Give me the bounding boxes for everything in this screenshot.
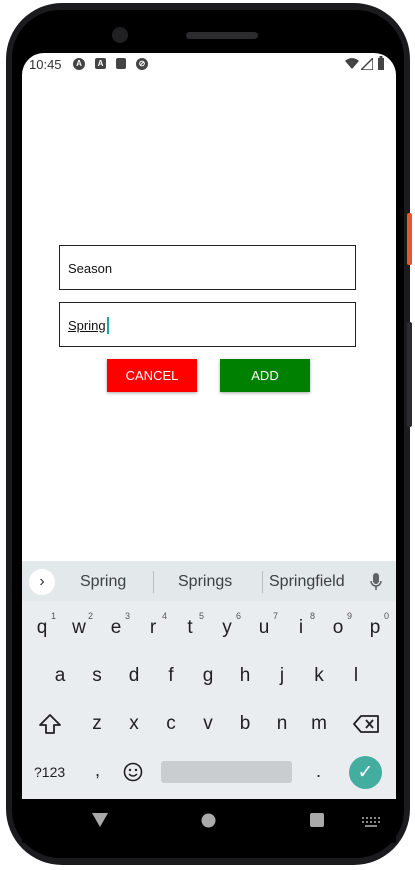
suggestion-3[interactable]: Springfield	[269, 573, 345, 591]
cancel-button[interactable]: CANCEL	[107, 359, 197, 392]
key-h[interactable]: h	[230, 656, 260, 696]
key-j[interactable]: j	[267, 656, 297, 696]
keyboard-hide-icon[interactable]	[362, 817, 380, 827]
suggestion-strip: › Spring Springs Springfield	[22, 561, 396, 601]
recents-icon[interactable]	[310, 813, 324, 827]
a-square-icon: A	[95, 58, 106, 69]
done-check-icon[interactable]: ✓	[349, 756, 382, 789]
key-hint-4: 4	[162, 611, 168, 621]
screen: 10:45 A A ⊘ Season Spring CANCEL ADD › S…	[22, 53, 396, 843]
key-n[interactable]: n	[267, 704, 297, 744]
key-a[interactable]: a	[45, 656, 75, 696]
key-d[interactable]: d	[119, 656, 149, 696]
key-k[interactable]: k	[304, 656, 334, 696]
suggestion-divider	[262, 571, 263, 593]
period-key[interactable]: .	[316, 761, 321, 782]
key-c[interactable]: c	[156, 704, 186, 744]
back-icon[interactable]	[92, 813, 108, 827]
season-field[interactable]: Season	[59, 245, 356, 290]
text-cursor	[106, 317, 109, 334]
front-camera	[112, 27, 128, 43]
key-hint-3: 3	[125, 611, 131, 621]
wifi-icon	[345, 58, 359, 69]
symbols-key[interactable]: ?123	[34, 764, 65, 780]
suggestion-divider	[153, 571, 154, 593]
key-hint-7: 7	[273, 611, 279, 621]
navigation-bar	[22, 799, 396, 843]
key-hint-6: 6	[236, 611, 242, 621]
season-field-value: Season	[68, 261, 113, 276]
home-icon[interactable]	[201, 813, 216, 828]
value-input-text: Spring	[68, 317, 109, 334]
battery-icon	[378, 56, 384, 70]
key-l[interactable]: l	[341, 656, 371, 696]
key-hint-0: 0	[384, 611, 390, 621]
space-key[interactable]	[161, 761, 292, 783]
chevron-right-icon[interactable]: ›	[29, 569, 55, 595]
suggestion-2[interactable]: Springs	[178, 573, 232, 591]
value-input-value: Spring	[68, 318, 106, 333]
status-bar: 10:45 A A ⊘	[22, 53, 396, 77]
key-z[interactable]: z	[82, 704, 112, 744]
key-m[interactable]: m	[304, 704, 334, 744]
microphone-icon[interactable]	[370, 573, 382, 591]
key-b[interactable]: b	[230, 704, 260, 744]
key-hint-8: 8	[310, 611, 316, 621]
shift-icon[interactable]	[38, 713, 62, 735]
a-icon: A	[73, 58, 85, 70]
key-s[interactable]: s	[82, 656, 112, 696]
key-hint-2: 2	[88, 611, 94, 621]
volume-button	[407, 322, 412, 427]
key-hint-5: 5	[199, 611, 205, 621]
key-f[interactable]: f	[156, 656, 186, 696]
value-input[interactable]: Spring	[59, 302, 356, 347]
sd-card-icon	[116, 58, 126, 69]
add-button[interactable]: ADD	[220, 359, 310, 392]
suggestion-1[interactable]: Spring	[80, 573, 126, 591]
key-g[interactable]: g	[193, 656, 223, 696]
backspace-icon[interactable]	[353, 715, 379, 733]
signal-icon	[361, 58, 373, 70]
key-hint-1: 1	[51, 611, 57, 621]
emoji-icon[interactable]	[123, 762, 143, 782]
power-button	[407, 213, 412, 265]
earpiece	[186, 32, 258, 39]
sync-off-icon: ⊘	[136, 58, 148, 70]
soft-keyboard: › Spring Springs Springfield q1w2e3r4t5y…	[22, 561, 396, 799]
key-v[interactable]: v	[193, 704, 223, 744]
status-time: 10:45	[29, 57, 62, 72]
key-hint-9: 9	[347, 611, 353, 621]
key-x[interactable]: x	[119, 704, 149, 744]
comma-key[interactable]: ,	[95, 760, 100, 781]
